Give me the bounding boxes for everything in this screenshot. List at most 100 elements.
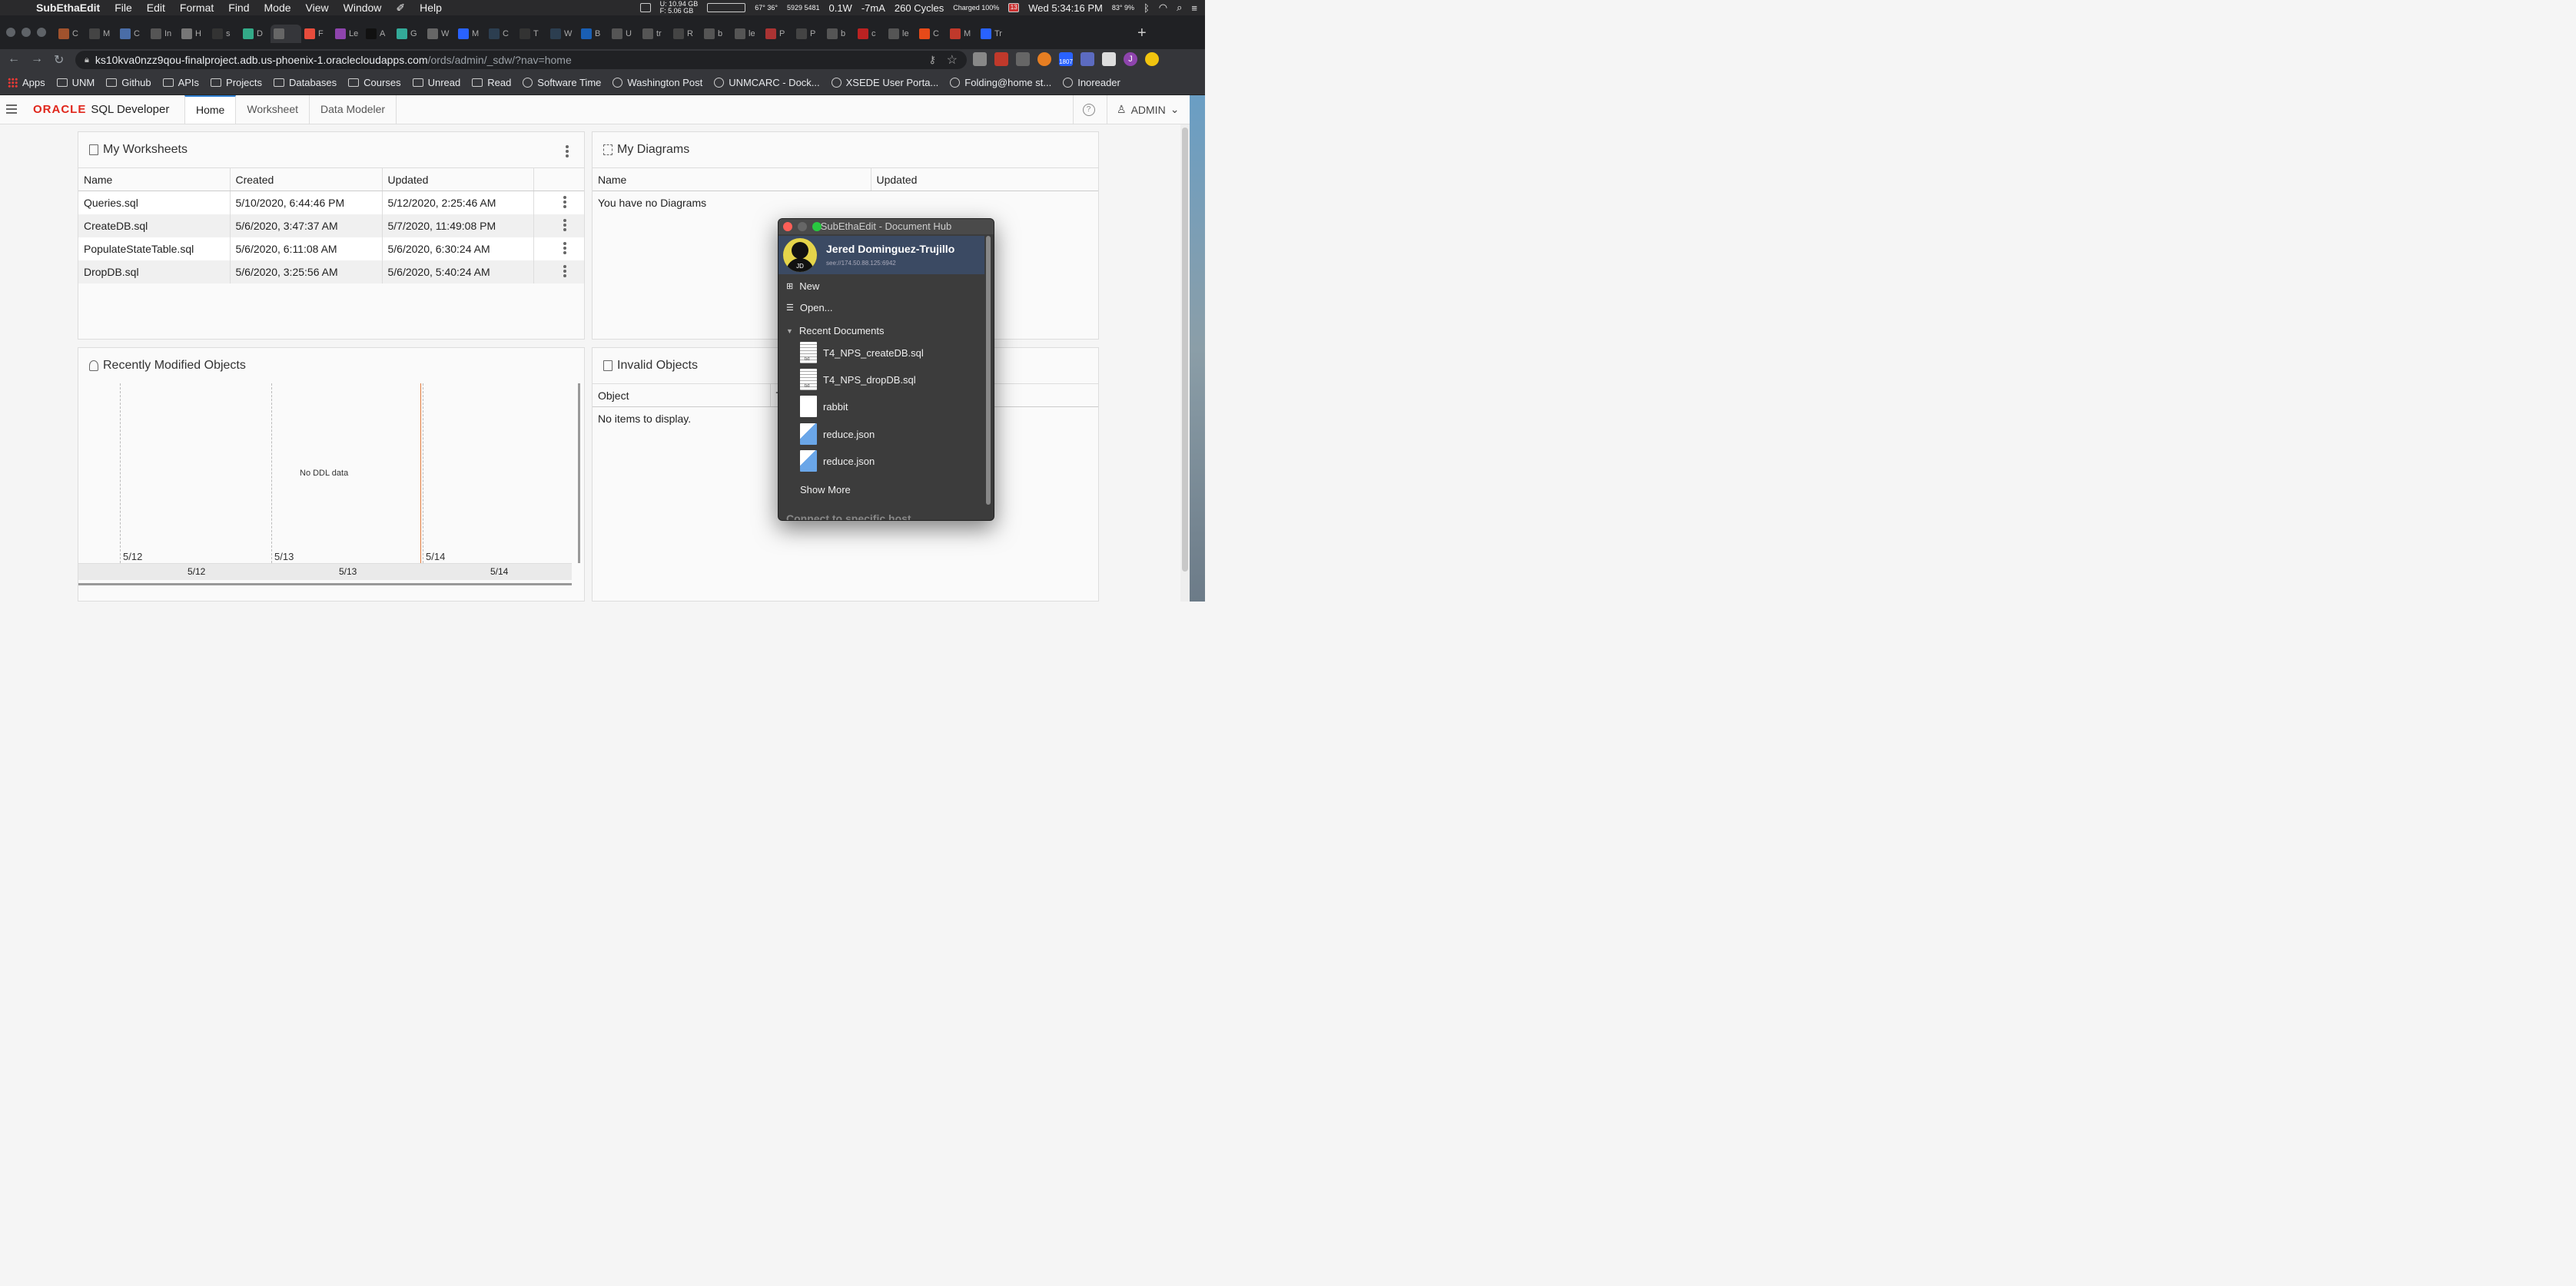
menu-edit[interactable]: Edit [147,2,165,14]
notification-center-icon[interactable]: ≡ [1191,2,1197,14]
hub-open-item[interactable]: ☰ Open... [786,302,833,313]
bookmark-link[interactable]: Software Time [523,77,601,88]
close-window-button[interactable] [6,28,15,37]
recent-document-item[interactable]: reduce.json [800,450,875,472]
hub-scrollbar[interactable] [986,236,991,505]
script-menu-icon[interactable]: ✐ [396,2,405,15]
browser-tab[interactable]: T [516,25,547,43]
bookmark-folder[interactable]: Unread [412,77,460,88]
timeline-axis[interactable]: 5/12 5/13 5/14 [78,563,572,580]
menu-window[interactable]: Window [344,2,382,14]
hub-minimize-button[interactable] [798,222,807,231]
power-stat[interactable]: 0.1W [828,2,851,14]
bookmark-folder[interactable]: UNM [56,77,95,88]
row-menu-icon[interactable] [563,241,566,256]
recent-document-item[interactable]: T4_NPS_createDB.sql [800,342,924,363]
browser-tab[interactable]: F [301,25,332,43]
profile-avatar[interactable]: J [1124,52,1137,66]
page-scrollbar[interactable] [1180,124,1190,602]
wifi-icon[interactable]: ◠ [1159,2,1167,14]
cell-name[interactable]: Queries.sql [78,191,231,214]
browser-tab[interactable]: tr [639,25,670,43]
browser-tab[interactable]: P [793,25,824,43]
app-menu[interactable]: SubEthaEdit [36,2,100,14]
extension-icon[interactable] [994,52,1008,66]
hub-connect-host[interactable]: Connect to specific host [786,512,911,520]
hub-close-button[interactable] [783,222,792,231]
fan-stat[interactable]: 5929 5481 [787,4,820,12]
bookmark-link[interactable]: XSEDE User Porta... [831,77,938,88]
extension-icon[interactable] [973,52,987,66]
menu-help[interactable]: Help [420,2,442,14]
column-header-object[interactable]: Object [593,383,771,407]
horizontal-scrollbar[interactable] [78,583,572,585]
battery-stat[interactable]: Charged 100% [953,4,999,12]
back-arrow-icon[interactable]: ← [8,52,20,66]
browser-tab[interactable]: b [701,25,732,43]
extension-icon[interactable] [1102,52,1116,66]
browser-tab[interactable]: C [486,25,516,43]
browser-tab[interactable]: M [455,25,486,43]
tab-worksheet[interactable]: Worksheet [236,95,310,124]
browser-tab[interactable]: R [670,25,701,43]
menu-mode[interactable]: Mode [264,2,291,14]
bookmark-folder[interactable]: Github [106,77,151,88]
browser-tab[interactable]: s [209,25,240,43]
hub-title-bar[interactable]: SubEthaEdit - Document Hub [778,219,994,234]
minimize-window-button[interactable] [22,28,31,37]
cycles-stat[interactable]: 260 Cycles [895,2,944,14]
bookmark-folder[interactable]: Databases [274,77,337,88]
bookmark-link[interactable]: Inoreader [1063,77,1120,88]
extension-icon[interactable] [1016,52,1030,66]
browser-tab[interactable]: P [762,25,793,43]
hub-show-more[interactable]: Show More [800,484,851,496]
bookmark-folder[interactable]: Projects [211,77,262,88]
new-tab-button[interactable]: + [1137,25,1147,42]
tab-data-modeler[interactable]: Data Modeler [310,95,397,124]
column-header-name[interactable]: Name [78,167,231,191]
address-bar[interactable]: 🔒︎ ks10kva0nzz9qou-finalproject.adb.us-p… [75,51,967,69]
bookmark-link[interactable]: Washington Post [612,77,702,88]
menu-find[interactable]: Find [228,2,249,14]
clock[interactable]: Wed 5:34:16 PM [1028,2,1103,14]
row-menu-icon[interactable] [563,196,566,210]
hub-user-row[interactable]: JD Jered Dominguez-Trujillo see://174.50… [778,236,984,274]
extension-icon[interactable] [1037,52,1051,66]
hub-recent-header[interactable]: ▼ Recent Documents [786,325,884,336]
panel-menu-icon[interactable] [566,145,569,159]
inoreader-extension-icon[interactable]: 1807 [1059,52,1073,66]
key-icon[interactable]: ⚷ [928,54,936,66]
browser-tab[interactable]: C [55,25,86,43]
menu-view[interactable]: View [306,2,329,14]
browser-tab[interactable]: D [240,25,271,43]
recent-document-item[interactable]: rabbit [800,396,848,417]
cell-name[interactable]: PopulateStateTable.sql [78,237,231,260]
table-row[interactable]: PopulateStateTable.sql 5/6/2020, 6:11:08 … [78,237,584,260]
bookmark-folder[interactable]: APIs [162,77,199,88]
user-menu[interactable]: ♙ ADMIN ⌄ [1107,95,1183,124]
cpu-graph-icon[interactable] [707,3,746,12]
browser-tab[interactable]: b [824,25,855,43]
browser-tab[interactable]: c [855,25,885,43]
browser-tab[interactable]: U [609,25,639,43]
bookmark-folder[interactable]: Courses [348,77,401,88]
row-menu-icon[interactable] [563,218,566,233]
cell-name[interactable]: DropDB.sql [78,260,231,283]
weather-stat[interactable]: 83° 9% [1112,4,1134,12]
sqldev-logo[interactable]: ORACLE SQL Developer [33,103,169,116]
table-row[interactable]: CreateDB.sql 5/6/2020, 3:47:37 AM 5/7/2020… [78,214,584,237]
browser-tab[interactable]: C [916,25,947,43]
browser-tab[interactable] [271,25,301,43]
lock-icon[interactable]: 🔒︎ [85,55,89,65]
browser-tab[interactable]: M [947,25,978,43]
browser-tab[interactable]: W [547,25,578,43]
scrollbar-thumb[interactable] [1182,128,1188,572]
browser-tab[interactable]: W [424,25,455,43]
hub-zoom-button[interactable] [812,222,822,231]
zoom-window-button[interactable] [37,28,46,37]
table-row[interactable]: DropDB.sql 5/6/2020, 3:25:56 AM 5/6/2020, … [78,260,584,283]
browser-tab[interactable]: B [578,25,609,43]
row-menu-icon[interactable] [563,264,566,279]
column-header-updated[interactable]: Updated [871,167,1098,191]
calendar-badge-icon[interactable]: 13 [1008,3,1020,12]
